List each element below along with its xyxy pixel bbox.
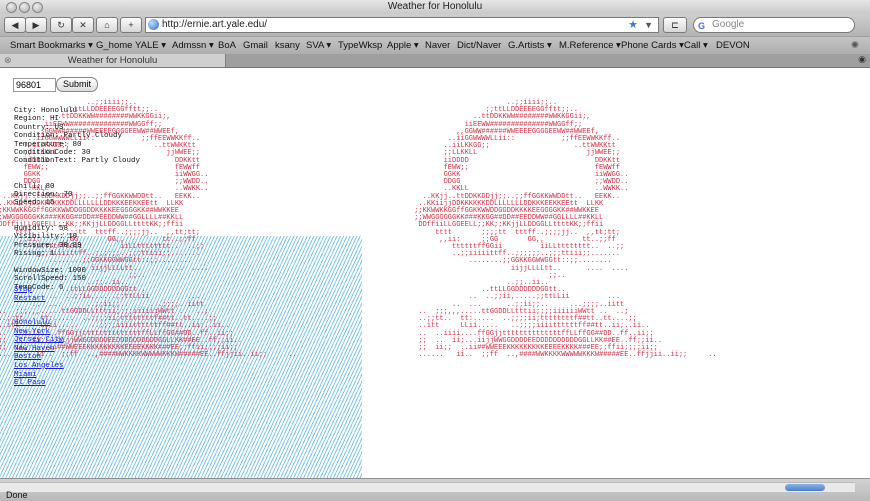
weather-line: ConditionCode: 30	[14, 149, 91, 158]
submit-button[interactable]: Submit	[56, 77, 99, 92]
weather-line	[14, 208, 140, 216]
ascii-art-right: ..;;iiii;;.. ;;ttLLDDEEEEGGfftt;;.. ..tt…	[414, 99, 717, 360]
chevron-down-icon[interactable]: ▼	[644, 18, 653, 32]
window-title-bar: Weather for Honolulu	[0, 0, 870, 15]
forward-button[interactable]: ▶	[25, 17, 47, 33]
tab-label: Weather for Honolulu	[67, 55, 158, 66]
status-bar: Done	[0, 478, 870, 501]
bookmark-item[interactable]: DEVON	[716, 40, 750, 51]
weather-line: Country: US	[14, 123, 64, 132]
city-link[interactable]: Los Angeles	[14, 362, 64, 370]
weather-line	[14, 216, 140, 224]
bookmark-item[interactable]: TypeWksp	[338, 40, 382, 51]
zip-code-input[interactable]: 96801	[13, 78, 56, 92]
tab-overflow-icon[interactable]: ◉	[858, 54, 866, 65]
weather-line: City: Honolulu	[14, 107, 78, 115]
status-text: Done	[6, 490, 28, 500]
star-icon[interactable]: ★	[628, 18, 638, 32]
bookmark-add-button[interactable]: +	[120, 17, 142, 33]
weather-line: WindowSize: 1000	[14, 266, 87, 275]
city-link[interactable]: Honolulu	[14, 319, 50, 327]
reload-button[interactable]: ↻	[50, 17, 72, 33]
weather-line	[14, 258, 140, 266]
back-button[interactable]: ◀	[4, 17, 26, 33]
horizontal-scrollbar[interactable]	[0, 482, 855, 492]
bookmark-item[interactable]: G.Artists ▾	[508, 40, 552, 51]
weather-info: City: Honolulu Region: HI Country: US Condi…	[14, 107, 140, 292]
close-tab-icon[interactable]: ⊗	[4, 54, 12, 67]
bookmarks-bar: Smart Bookmarks ▾ G_home YALE ▾ Admssn ▾…	[0, 36, 870, 55]
right-arrow-icon: ▶	[32, 20, 40, 30]
city-link[interactable]: New York	[14, 328, 50, 336]
bookmark-item[interactable]: ksany	[275, 40, 300, 51]
weather-line: Direction: 70	[14, 191, 73, 200]
search-placeholder: Google	[712, 19, 745, 30]
weather-line: Temperature: 80	[14, 140, 82, 149]
home-icon: ⌂	[104, 20, 110, 30]
window-title: Weather for Honolulu	[387, 1, 483, 12]
bookmark-item[interactable]: YALE ▾	[135, 40, 166, 51]
weather-line: Humidity: 58	[14, 224, 69, 233]
weather-line: ScrollSpeed: 150	[14, 275, 87, 284]
bookmark-item[interactable]: Call ▾	[684, 40, 708, 51]
stop-link[interactable]: Stop	[14, 286, 32, 294]
control-links: Stop Restart	[14, 286, 46, 303]
browser-toolbar: ◀ ▶ ↻ ✕ ⌂ + http://ernie.art.yale.edu/ ★…	[0, 14, 870, 36]
bookmark-item[interactable]: Dict/Naver	[457, 40, 501, 51]
google-icon: G	[698, 21, 706, 31]
weather-line: Visibility: 10	[14, 233, 78, 242]
weather-line: Speed: 15	[14, 199, 55, 208]
bookmark-item[interactable]: BoA	[218, 40, 236, 51]
city-link[interactable]: Miami	[14, 371, 37, 379]
tab-weather[interactable]: ⊗ Weather for Honolulu	[0, 54, 226, 67]
home-button[interactable]: ⌂	[96, 17, 118, 33]
stop-button[interactable]: ✕	[72, 17, 94, 33]
city-link[interactable]: El Paso	[14, 379, 46, 387]
plus-icon: +	[128, 20, 134, 30]
search-input[interactable]: G Google	[693, 17, 855, 33]
gear-icon[interactable]: ✺	[851, 40, 859, 51]
bookmark-item[interactable]: Gmail	[243, 40, 268, 51]
bookmark-item[interactable]: Smart Bookmarks ▾	[10, 40, 93, 51]
restart-link[interactable]: Restart	[14, 295, 46, 303]
bookmark-item[interactable]: SVA ▾	[306, 40, 331, 51]
weather-line: Region: HI	[14, 115, 60, 124]
city-link[interactable]: Jersey City	[14, 336, 64, 344]
url-text: http://ernie.art.yale.edu/	[162, 19, 268, 30]
weather-line: Chill: 80	[14, 182, 55, 191]
city-links: Honolulu New York Jersey City New Haven Bost…	[14, 319, 64, 388]
city-link[interactable]: Boston	[14, 353, 41, 361]
weather-line: ConditionText: Partly Cloudy	[14, 157, 141, 166]
bookmark-item[interactable]: Naver	[425, 40, 450, 51]
left-arrow-icon: ◀	[11, 20, 19, 30]
weather-line	[14, 174, 140, 182]
sidebar-button[interactable]: ⊏	[663, 17, 687, 33]
site-icon	[148, 19, 159, 30]
weather-line	[14, 166, 140, 174]
bookmark-item[interactable]: Phone Cards ▾	[621, 40, 684, 51]
address-bar[interactable]: http://ernie.art.yale.edu/ ★ ▼	[145, 17, 659, 33]
tab-bar: ⊗ Weather for Honolulu ◉	[0, 54, 870, 68]
bookmark-item[interactable]: Admssn ▾	[172, 40, 214, 51]
bookmark-item[interactable]: Apple ▾	[387, 40, 419, 51]
scrollbar-thumb[interactable]	[785, 484, 825, 491]
page-content: ..;;iiii;;.. ;;ttLLDDEEEEGGfftt;;.. ..tt…	[0, 68, 870, 478]
book-icon: ⊏	[671, 20, 679, 30]
reload-icon: ↻	[57, 20, 65, 30]
weather-line: Condition: Partly Cloudy	[14, 132, 123, 141]
weather-line: Rising: 1	[14, 249, 55, 258]
weather-line: Pressure: 30.09	[14, 241, 82, 250]
bookmark-item[interactable]: M.Reference ▾	[559, 40, 621, 51]
stop-icon: ✕	[79, 20, 87, 30]
city-link[interactable]: New Haven	[14, 345, 55, 353]
bookmark-item[interactable]: G_home	[96, 40, 132, 51]
